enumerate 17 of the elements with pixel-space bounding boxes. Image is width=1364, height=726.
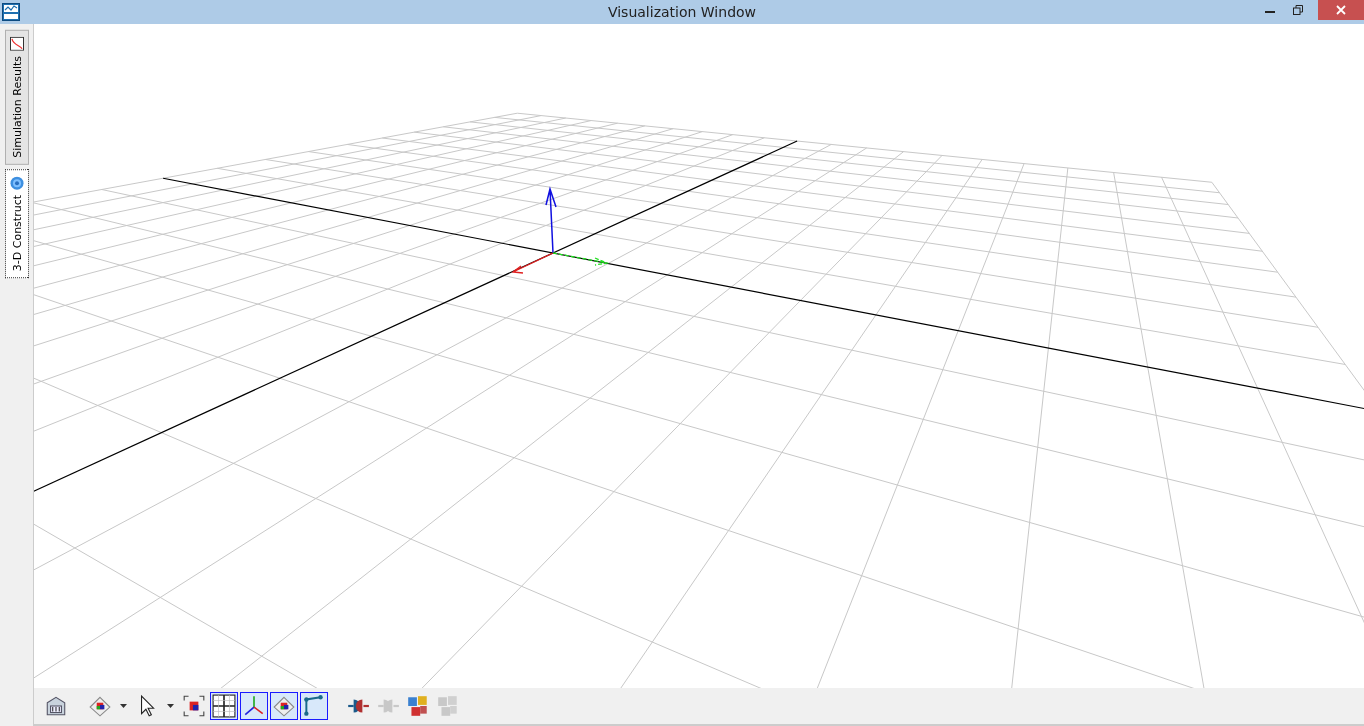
window-title: Visualization Window [607, 4, 757, 20]
close-button[interactable] [1318, 0, 1364, 20]
chart-icon [9, 37, 24, 51]
toolbar-button[interactable] [300, 692, 328, 720]
axes-icon [242, 694, 266, 718]
chart-icon [2, 3, 20, 21]
restore-icon [1293, 5, 1303, 15]
caret-icon[interactable] [120, 704, 127, 708]
side-tab[interactable]: 3-D Construct [4, 168, 29, 279]
side-tab[interactable]: Simulation Results [4, 30, 29, 165]
caret-icon[interactable] [167, 704, 174, 708]
toolbar-button[interactable] [210, 692, 238, 720]
link-icon [302, 694, 326, 718]
grid-icon [212, 694, 236, 718]
toolbar-button[interactable] [240, 692, 268, 720]
zoom-fit-icon [182, 694, 206, 718]
close-icon [1336, 5, 1346, 15]
